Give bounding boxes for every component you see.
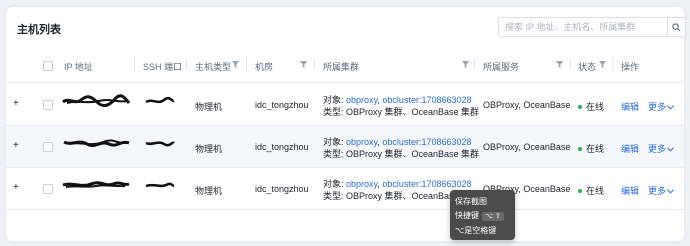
service: OBProxy, OceanBase [483,100,571,110]
column-header-host-type: 主机类型 [195,62,232,72]
filter-icon[interactable] [599,61,606,68]
shortcut-item[interactable]: 快捷键 ⌥ ⇧ [455,210,504,221]
redacted-ssh-scribble [145,96,175,104]
search-button[interactable] [667,18,685,36]
column-divider [134,58,135,70]
cluster-obj-label: 对象: [323,179,344,189]
filter-icon[interactable] [232,61,239,68]
cluster-sep: , [377,137,380,147]
status-dot [578,188,582,193]
chevron-down-icon [667,147,674,152]
row-checkbox[interactable] [43,142,53,152]
host-type: 物理机 [195,102,223,112]
status-text: 在线 [586,186,605,196]
page-title: 主机列表 [17,24,61,36]
host-type: 物理机 [195,186,223,196]
cluster-obj-label: 对象: [323,137,344,147]
column-header-room: 机房 [255,62,274,72]
table-row: + 物理机 idc_tongzhou 对象: obproxy, obcluste… [6,84,684,126]
service: OBProxy, OceanBase [483,142,571,152]
status-badge: 在线 [578,142,604,155]
cluster-link[interactable]: obproxy [346,95,377,105]
redacted-ip-scribble [62,94,131,108]
column-divider [314,58,315,70]
cluster-link[interactable]: obcluster:1708663028 [382,137,471,147]
filter-icon[interactable] [462,61,469,68]
table-row: + 物理机 idc_tongzhou 对象: obproxy, obcluste… [6,168,684,210]
cluster-link[interactable]: obcluster:1708663028 [382,95,471,105]
shortcut-label: 快捷键 [455,211,479,220]
column-divider [570,58,571,70]
room: idc_tongzhou [255,142,309,152]
edit-link[interactable]: 编辑 [621,184,639,197]
search-input[interactable] [499,18,667,36]
status-text: 在线 [586,102,605,112]
filter-icon[interactable] [300,61,307,68]
edit-link[interactable]: 编辑 [621,100,639,113]
room: idc_tongzhou [255,184,309,194]
cluster-type: 类型: OBProxy 集群、OceanBase 集群 [323,107,480,117]
more-label: 更多 [648,144,667,154]
column-divider [474,58,475,70]
column-header-service: 所属服务 [483,62,520,72]
expand-icon[interactable]: + [13,98,19,109]
host-list-card: 主机列表 IP 地址 SSH 端口 主机类型 机房 所属集群 所属服务 状态 [6,7,686,241]
more-label: 更多 [648,102,667,112]
cluster-link[interactable]: obproxy [346,137,377,147]
screenshot-context-menu: 保存截图 快捷键 ⌥ ⇧ ⌥是空格键 [450,190,515,240]
column-divider [186,58,187,70]
chevron-down-icon [667,105,674,110]
cluster-link[interactable]: obproxy [346,179,377,189]
redacted-ssh-scribble [145,182,175,188]
status-badge: 在线 [578,184,604,197]
table-header: IP 地址 SSH 端口 主机类型 机房 所属集群 所属服务 状态 操作 [6,47,684,83]
save-screenshot-item[interactable]: 保存截图 [455,196,487,207]
table-row: + 物理机 idc_tongzhou 对象: obproxy, obcluste… [6,126,684,168]
column-header-cluster: 所属集群 [323,62,360,72]
expand-icon[interactable]: + [13,182,19,193]
cluster-link[interactable]: obcluster:1708663028 [382,179,471,189]
cluster-type: 类型: OBProxy 集群、OceanBase 集群 [323,149,480,159]
chevron-down-icon [667,189,674,194]
edit-link[interactable]: 编辑 [621,142,639,155]
column-header-ssh: SSH 端口 [143,62,183,72]
row-checkbox[interactable] [43,184,53,194]
row-checkbox[interactable] [43,100,53,110]
shortcut-key: ⌥ ⇧ [482,212,504,221]
status-dot [578,146,582,151]
column-header-ip: IP 地址 [64,62,93,72]
cluster-sep: , [377,95,380,105]
more-link[interactable]: 更多 [648,142,674,155]
redacted-ip-scribble [63,139,130,148]
cluster-obj-label: 对象: [323,95,344,105]
search-icon [672,22,681,31]
column-divider [612,58,613,70]
more-link[interactable]: 更多 [648,100,674,113]
more-link[interactable]: 更多 [648,184,674,197]
cluster-sep: , [377,179,380,189]
column-divider [246,58,247,70]
filter-icon[interactable] [556,61,563,68]
status-text: 在线 [586,144,605,154]
column-header-actions: 操作 [621,62,640,72]
status-badge: 在线 [578,100,604,113]
room: idc_tongzhou [255,100,309,110]
expand-icon[interactable]: + [13,140,19,151]
host-type: 物理机 [195,144,223,154]
redacted-ssh-scribble [145,141,175,147]
select-all-checkbox[interactable] [43,61,53,71]
column-header-status: 状态 [578,62,597,72]
card-header: 主机列表 [6,7,686,47]
more-label: 更多 [648,186,667,196]
redacted-ip-scribble [62,181,130,188]
status-dot [578,104,582,109]
space-key-item[interactable]: ⌥是空格键 [455,225,496,236]
search-box[interactable] [498,17,686,37]
